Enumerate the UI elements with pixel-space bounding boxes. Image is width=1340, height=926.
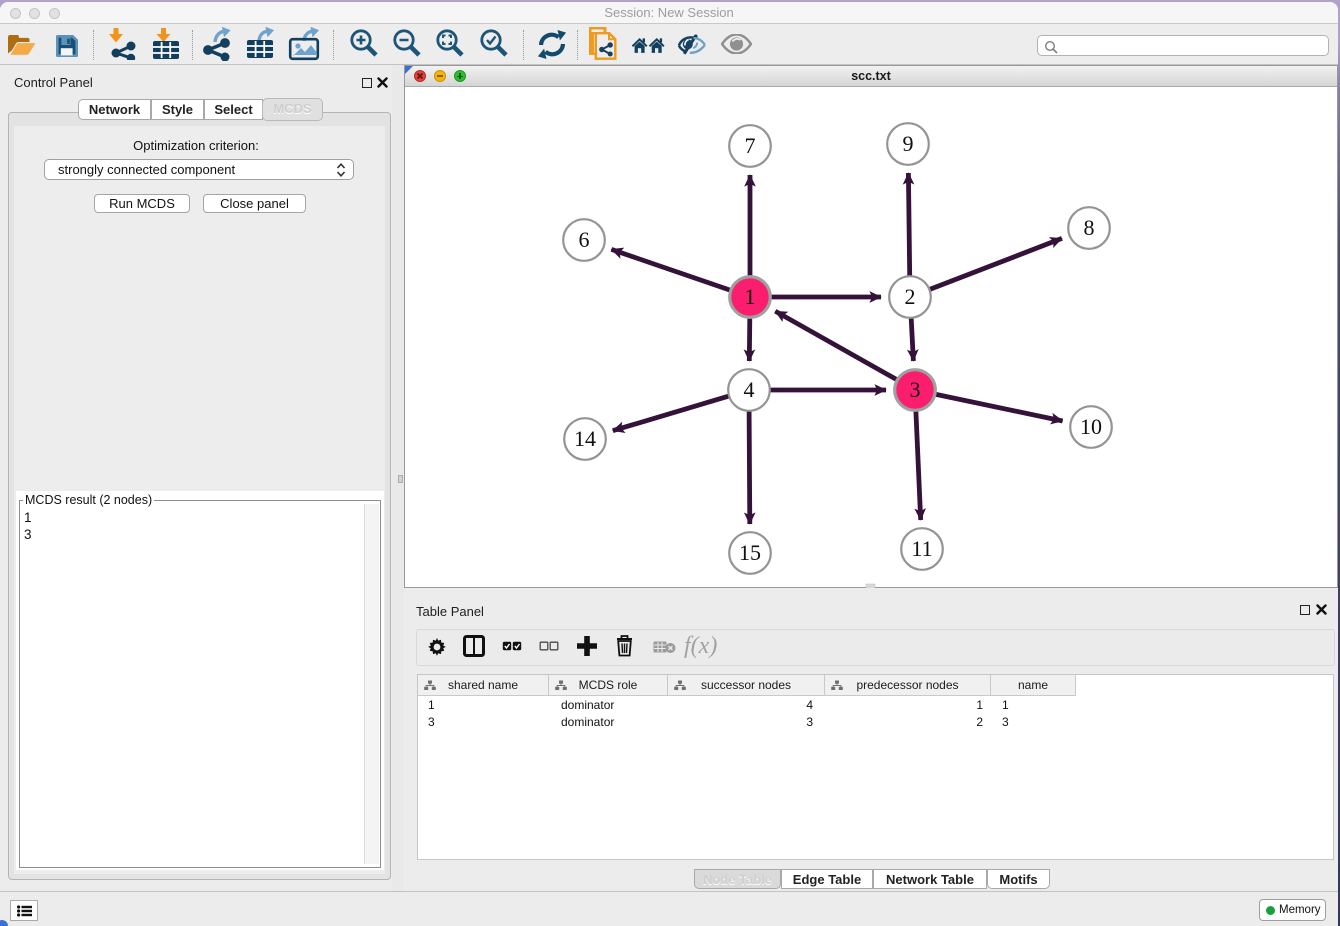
svg-text:2: 2 (905, 284, 916, 309)
svg-text:7: 7 (745, 133, 756, 158)
svg-text:11: 11 (911, 536, 932, 561)
svg-text:15: 15 (739, 540, 761, 565)
svg-text:14: 14 (574, 426, 596, 451)
svg-text:9: 9 (903, 131, 914, 156)
svg-text:10: 10 (1080, 414, 1102, 439)
svg-text:3: 3 (910, 377, 921, 402)
svg-text:6: 6 (579, 227, 590, 252)
svg-text:8: 8 (1084, 215, 1095, 240)
svg-text:1: 1 (745, 284, 756, 309)
svg-text:4: 4 (744, 377, 755, 402)
